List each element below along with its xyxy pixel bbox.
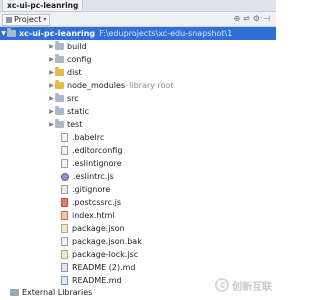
folder-icon <box>55 80 64 89</box>
folder-label: test <box>67 120 83 129</box>
hide-icon[interactable]: ⊣ <box>263 14 270 24</box>
external-libraries-label: External Libraries <box>22 288 93 297</box>
eslint-file-icon <box>61 172 69 181</box>
folder-icon <box>7 28 16 37</box>
file-label: package.json.bak <box>72 237 142 246</box>
collapse-icon[interactable]: ⇌ <box>243 14 250 24</box>
tree-file-readme-2[interactable]: README (2).md <box>0 261 320 274</box>
file-icon <box>61 237 68 246</box>
folder-icon <box>55 67 64 76</box>
file-label: README (2).md <box>72 263 136 272</box>
tree-file-postcssrc[interactable]: .postcssrc.js <box>0 196 320 209</box>
markdown-file-icon <box>61 276 68 285</box>
tree-file-index-html[interactable]: index.html <box>0 209 320 222</box>
project-icon <box>6 17 12 23</box>
json-file-icon <box>61 250 68 259</box>
folder-label: node_modules <box>67 81 126 90</box>
tree-folder-dist[interactable]: ▶ dist <box>0 66 320 79</box>
tree-file-babelrc[interactable]: .babelrc <box>0 131 320 144</box>
expand-right-icon[interactable]: ▶ <box>48 118 55 131</box>
markdown-file-icon <box>61 263 68 272</box>
library-root-hint: library root <box>129 81 174 90</box>
json-file-icon <box>61 224 68 233</box>
file-label: .eslintignore <box>72 159 122 168</box>
settings-icon[interactable]: ⊕ <box>233 14 240 24</box>
html-file-icon <box>61 211 68 220</box>
file-label: .postcssrc.js <box>72 198 121 207</box>
file-label: .babelrc <box>72 133 105 142</box>
project-toolbar: Project ▾ ⊕ ⇌ ⚙ ⊣ <box>0 12 276 27</box>
postcss-file-icon <box>61 198 68 207</box>
folder-icon <box>55 41 64 50</box>
folder-icon <box>55 54 64 63</box>
tree-root[interactable]: ▼ xc-ui-pc-leanring F:\eduprojects\xc-ed… <box>0 27 276 40</box>
tree-file-package-lock[interactable]: package-lock.jsc <box>0 248 320 261</box>
watermark-text: 创新互联 <box>232 281 272 293</box>
chevron-down-icon[interactable]: ▾ <box>43 15 46 25</box>
external-libraries-icon <box>10 289 19 296</box>
folder-label: src <box>67 94 79 103</box>
expand-right-icon[interactable]: ▶ <box>48 79 55 92</box>
file-label: .gitignore <box>72 185 111 194</box>
folder-label: dist <box>67 68 82 77</box>
file-icon <box>61 133 68 142</box>
tree-folder-node-modules[interactable]: ▶ node_modules library root <box>0 79 320 92</box>
file-label: index.html <box>72 211 115 220</box>
tree-folder-src[interactable]: ▶ src <box>0 92 320 105</box>
expand-right-icon[interactable]: ▶ <box>48 53 55 66</box>
tree-file-gitignore[interactable]: .gitignore <box>0 183 320 196</box>
tree-folder-test[interactable]: ▶ test <box>0 118 320 131</box>
window-titlebar: xc-ui-pc-leanring <box>0 0 276 12</box>
gear-icon[interactable]: ⚙ <box>253 14 260 24</box>
window-title: xc-ui-pc-leanring <box>2 0 84 12</box>
tree-file-package-json-bak[interactable]: package.json.bak <box>0 235 320 248</box>
tree-file-package-json[interactable]: package.json <box>0 222 320 235</box>
tree-folder-config[interactable]: ▶ config <box>0 53 320 66</box>
tree-folder-build[interactable]: ▶ build <box>0 40 320 53</box>
folder-label: config <box>67 55 92 64</box>
tree-folder-static[interactable]: ▶ static <box>0 105 320 118</box>
project-tree: ▼ xc-ui-pc-leanring F:\eduprojects\xc-ed… <box>0 27 276 287</box>
tree-file-editorconfig[interactable]: .editorconfig <box>0 144 320 157</box>
git-file-icon <box>61 185 68 194</box>
toolbar-icons: ⊕ ⇌ ⚙ ⊣ <box>233 14 270 24</box>
watermark-logo: 创新互联 <box>215 276 272 294</box>
file-label: .editorconfig <box>72 146 123 155</box>
expand-right-icon[interactable]: ▶ <box>48 105 55 118</box>
project-view-selector[interactable]: Project ▾ <box>2 14 51 26</box>
file-icon <box>61 159 68 168</box>
expand-down-icon[interactable]: ▼ <box>0 27 7 40</box>
folder-label: build <box>67 42 87 51</box>
folder-icon <box>55 93 64 102</box>
root-folder-path: F:\eduprojects\xc-edu-snapshot\1 <box>99 29 233 38</box>
file-label: package-lock.jsc <box>72 250 139 259</box>
file-label: .eslintrc.js <box>73 172 114 181</box>
root-folder-label: xc-ui-pc-leanring <box>19 29 96 38</box>
file-icon <box>61 146 68 155</box>
tree-file-eslintrc[interactable]: .eslintrc.js <box>0 170 320 183</box>
project-label: Project <box>14 15 42 24</box>
folder-icon <box>55 106 64 115</box>
folder-label: static <box>67 107 89 116</box>
watermark-circle-icon <box>215 278 229 292</box>
file-label: package.json <box>72 224 125 233</box>
tree-file-eslintignore[interactable]: .eslintignore <box>0 157 320 170</box>
folder-icon <box>55 119 64 128</box>
expand-right-icon[interactable]: ▶ <box>48 66 55 79</box>
expand-right-icon[interactable]: ▶ <box>48 40 55 53</box>
expand-right-icon[interactable]: ▶ <box>48 92 55 105</box>
